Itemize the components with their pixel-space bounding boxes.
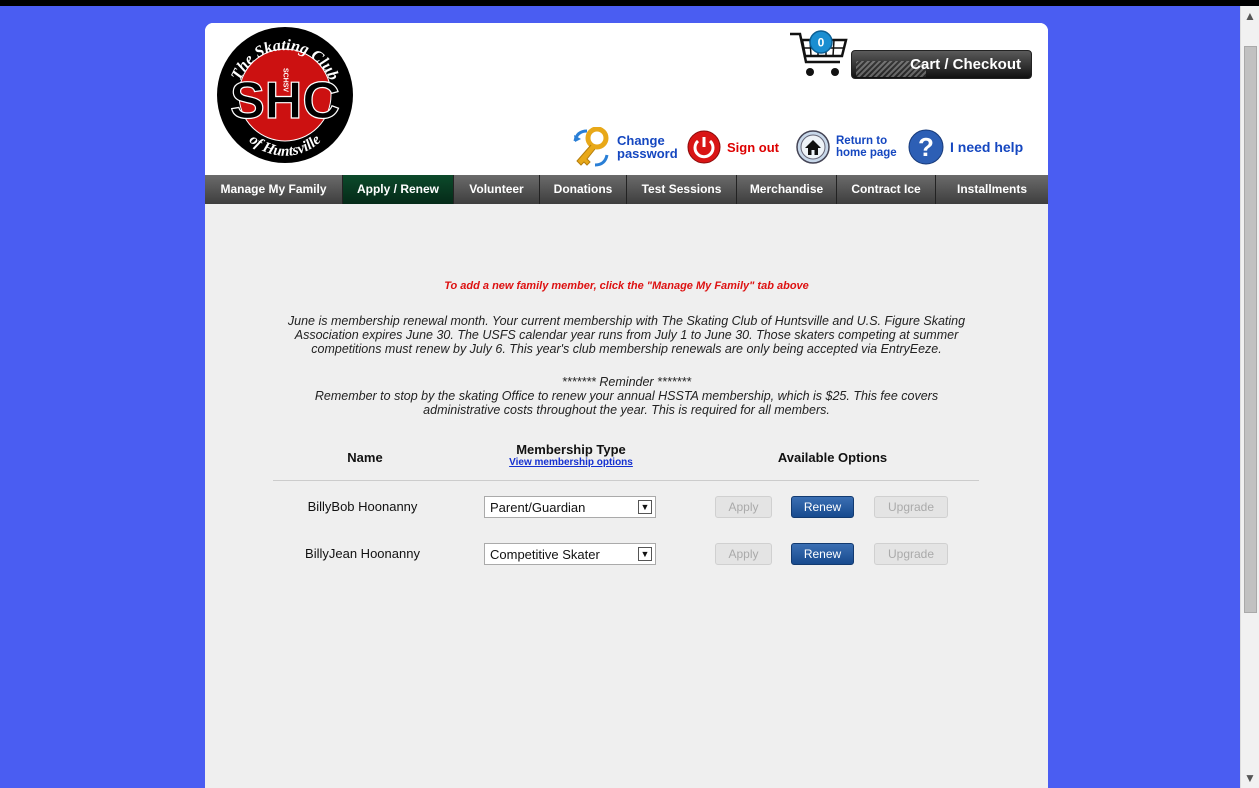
- change-password-link[interactable]: Change password: [571, 127, 678, 167]
- upgrade-button[interactable]: Upgrade: [874, 496, 948, 518]
- membership-type-select[interactable]: Competitive Skater ▼: [484, 543, 656, 565]
- renewal-message: June is membership renewal month. Your c…: [250, 314, 1003, 356]
- chevron-down-icon[interactable]: ▼: [638, 500, 652, 514]
- header: The Skating Club of Huntsville SHC SCHSV: [205, 23, 1048, 175]
- return-home-line2: home page: [836, 147, 897, 159]
- club-logo[interactable]: The Skating Club of Huntsville SHC SCHSV: [215, 26, 355, 169]
- tab-contract-ice[interactable]: Contract Ice: [837, 175, 936, 204]
- upgrade-button[interactable]: Upgrade: [874, 543, 948, 565]
- sign-out-label: Sign out: [727, 139, 779, 155]
- membership-type-select[interactable]: Parent/Guardian ▼: [484, 496, 656, 518]
- apply-button[interactable]: Apply: [715, 496, 772, 518]
- page-container: The Skating Club of Huntsville SHC SCHSV: [205, 23, 1048, 788]
- scroll-down-icon[interactable]: ▼: [1241, 768, 1259, 788]
- help-label: I need help: [950, 138, 1024, 155]
- membership-type-label: Membership Type: [516, 442, 626, 457]
- cart-count: 0: [818, 36, 825, 50]
- renewal-line: June is membership renewal month. Your c…: [287, 314, 966, 328]
- renew-button[interactable]: Renew: [791, 496, 854, 518]
- sign-out-link[interactable]: Sign out: [687, 127, 779, 167]
- tab-installments[interactable]: Installments: [936, 175, 1048, 204]
- scroll-up-icon[interactable]: ▲: [1241, 6, 1259, 26]
- help-link[interactable]: ? I need help: [908, 127, 1023, 167]
- tab-apply-renew[interactable]: Apply / Renew: [343, 175, 454, 204]
- key-icon: [573, 127, 609, 167]
- tab-manage-my-family[interactable]: Manage My Family: [205, 175, 343, 204]
- renew-button[interactable]: Renew: [791, 543, 854, 565]
- svg-text:?: ?: [918, 132, 934, 162]
- renewal-line: competitions must renew by July 6. This …: [311, 342, 942, 356]
- cart-checkout-button[interactable]: Cart / Checkout: [851, 50, 1032, 79]
- cart-icon[interactable]: 0: [788, 28, 850, 85]
- window-top-border: [0, 0, 1259, 6]
- apply-button[interactable]: Apply: [715, 543, 772, 565]
- table-row: BillyBob Hoonanny Parent/Guardian ▼ Appl…: [205, 494, 1048, 520]
- column-header-name: Name: [347, 450, 383, 465]
- membership-type-value: Competitive Skater: [490, 547, 600, 562]
- power-icon: [687, 130, 721, 164]
- return-home-link[interactable]: Return to home page: [796, 127, 897, 167]
- cart-checkout-label: Cart / Checkout: [910, 56, 1021, 73]
- reminder-heading: ******* Reminder *******: [561, 375, 692, 389]
- chevron-down-icon[interactable]: ▼: [638, 547, 652, 561]
- scrollbar-thumb[interactable]: [1244, 46, 1257, 613]
- main-nav: Manage My Family Apply / Renew Volunteer…: [205, 175, 1048, 204]
- member-name: BillyBob Hoonanny: [307, 499, 418, 514]
- tab-volunteer[interactable]: Volunteer: [454, 175, 540, 204]
- home-icon: [796, 130, 830, 164]
- reminder-message: ******* Reminder ******* Remember to sto…: [250, 375, 1003, 417]
- table-divider: [273, 480, 979, 481]
- view-membership-options-link[interactable]: View membership options: [485, 457, 657, 468]
- column-header-available-options: Available Options: [777, 450, 888, 465]
- vertical-scrollbar[interactable]: ▲ ▼: [1240, 6, 1259, 788]
- column-header-membership-type: Membership Type View membership options: [485, 442, 657, 468]
- tab-test-sessions[interactable]: Test Sessions: [627, 175, 737, 204]
- tab-merchandise[interactable]: Merchandise: [737, 175, 837, 204]
- logo-vertical: SCHSV: [282, 68, 289, 92]
- add-member-notice: To add a new family member, click the "M…: [444, 280, 809, 292]
- return-home-line1: Return to: [836, 135, 888, 147]
- membership-type-value: Parent/Guardian: [490, 500, 586, 515]
- table-row: BillyJean Hoonanny Competitive Skater ▼ …: [205, 541, 1048, 567]
- reminder-line: Remember to stop by the skating Office t…: [314, 389, 939, 403]
- change-password-line2: password: [617, 146, 678, 161]
- reminder-line: administrative costs throughout the year…: [423, 403, 830, 417]
- renewal-line: Association expires June 30. The USFS ca…: [294, 328, 959, 342]
- member-name: BillyJean Hoonanny: [305, 546, 420, 561]
- help-icon: ?: [908, 129, 944, 165]
- tab-donations[interactable]: Donations: [540, 175, 627, 204]
